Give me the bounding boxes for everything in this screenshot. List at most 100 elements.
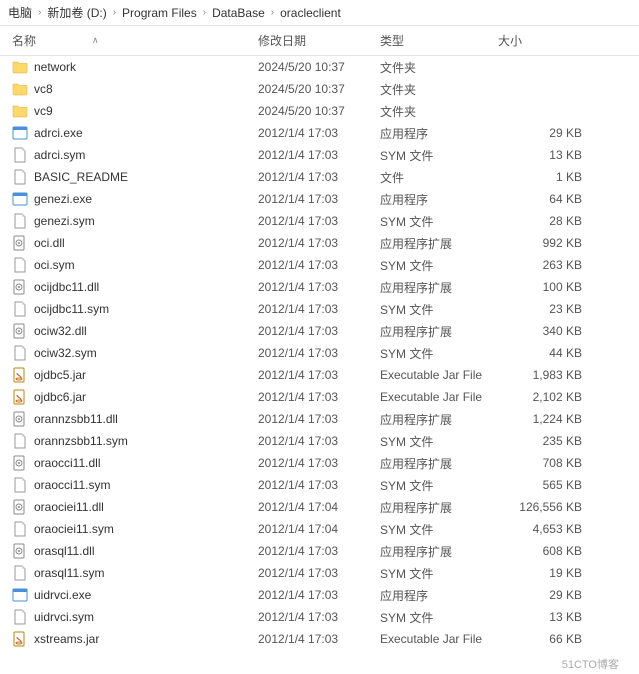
file-row[interactable]: ojdbc5.jar2012/1/4 17:03Executable Jar F… xyxy=(0,364,639,386)
file-row[interactable]: orasql11.dll2012/1/4 17:03应用程序扩展608 KB xyxy=(0,540,639,562)
jar-icon xyxy=(12,631,28,647)
file-row[interactable]: genezi.sym2012/1/4 17:03SYM 文件28 KB xyxy=(0,210,639,232)
file-name: adrci.sym xyxy=(34,148,85,162)
file-date: 2012/1/4 17:03 xyxy=(258,456,380,470)
column-header-date[interactable]: 修改日期 xyxy=(258,32,380,49)
file-row[interactable]: ocijdbc11.sym2012/1/4 17:03SYM 文件23 KB xyxy=(0,298,639,320)
file-size: 1,224 KB xyxy=(498,412,600,426)
file-date: 2012/1/4 17:03 xyxy=(258,280,380,294)
file-size: 235 KB xyxy=(498,434,600,448)
file-name: ocijdbc11.dll xyxy=(34,280,99,294)
file-icon xyxy=(12,477,28,493)
breadcrumb-segment[interactable]: Program Files xyxy=(122,6,197,20)
file-row[interactable]: oci.dll2012/1/4 17:03应用程序扩展992 KB xyxy=(0,232,639,254)
file-date: 2012/1/4 17:03 xyxy=(258,258,380,272)
jar-icon xyxy=(12,367,28,383)
file-row[interactable]: oci.sym2012/1/4 17:03SYM 文件263 KB xyxy=(0,254,639,276)
file-type: SYM 文件 xyxy=(380,433,498,450)
dll-icon xyxy=(12,411,28,427)
breadcrumb[interactable]: 电脑›新加卷 (D:)›Program Files›DataBase›oracl… xyxy=(0,0,639,26)
file-row[interactable]: oraocci11.sym2012/1/4 17:03SYM 文件565 KB xyxy=(0,474,639,496)
file-name: oraocci11.dll xyxy=(34,456,100,470)
file-type: 应用程序扩展 xyxy=(380,323,498,340)
file-name: ojdbc5.jar xyxy=(34,368,86,382)
file-date: 2012/1/4 17:03 xyxy=(258,214,380,228)
sort-ascending-icon: ∧ xyxy=(92,35,99,46)
file-icon xyxy=(12,301,28,317)
breadcrumb-segment[interactable]: 电脑 xyxy=(8,4,32,21)
file-name: oraociei11.dll xyxy=(34,500,104,514)
file-row[interactable]: orasql11.sym2012/1/4 17:03SYM 文件19 KB xyxy=(0,562,639,584)
file-size: 565 KB xyxy=(498,478,600,492)
file-type: 应用程序 xyxy=(380,191,498,208)
dll-icon xyxy=(12,499,28,515)
breadcrumb-segment[interactable]: DataBase xyxy=(212,6,265,20)
file-row[interactable]: orannzsbb11.dll2012/1/4 17:03应用程序扩展1,224… xyxy=(0,408,639,430)
file-name: ociw32.sym xyxy=(34,346,97,360)
file-row[interactable]: ocijdbc11.dll2012/1/4 17:03应用程序扩展100 KB xyxy=(0,276,639,298)
file-row[interactable]: adrci.sym2012/1/4 17:03SYM 文件13 KB xyxy=(0,144,639,166)
file-name: orannzsbb11.dll xyxy=(34,412,118,426)
file-type: 应用程序扩展 xyxy=(380,499,498,516)
breadcrumb-segment[interactable]: oracleclient xyxy=(280,6,341,20)
dll-icon xyxy=(12,323,28,339)
file-row[interactable]: network2024/5/20 10:37文件夹 xyxy=(0,56,639,78)
file-date: 2024/5/20 10:37 xyxy=(258,82,380,96)
dll-icon xyxy=(12,543,28,559)
file-icon xyxy=(12,345,28,361)
file-row[interactable]: orannzsbb11.sym2012/1/4 17:03SYM 文件235 K… xyxy=(0,430,639,452)
file-size: 29 KB xyxy=(498,126,600,140)
file-date: 2012/1/4 17:04 xyxy=(258,500,380,514)
folder-icon xyxy=(12,81,28,97)
column-header-row: 名称 ∧ 修改日期 类型 大小 xyxy=(0,26,639,56)
exe-icon xyxy=(12,587,28,603)
file-name: genezi.exe xyxy=(34,192,92,206)
file-type: SYM 文件 xyxy=(380,147,498,164)
file-row[interactable]: uidrvci.exe2012/1/4 17:03应用程序29 KB xyxy=(0,584,639,606)
exe-icon xyxy=(12,125,28,141)
file-size: 66 KB xyxy=(498,632,600,646)
file-date: 2012/1/4 17:03 xyxy=(258,632,380,646)
column-header-name-label: 名称 xyxy=(12,32,36,49)
file-icon xyxy=(12,257,28,273)
dll-icon xyxy=(12,455,28,471)
file-row[interactable]: uidrvci.sym2012/1/4 17:03SYM 文件13 KB xyxy=(0,606,639,628)
file-row[interactable]: oraociei11.dll2012/1/4 17:04应用程序扩展126,55… xyxy=(0,496,639,518)
file-row[interactable]: xstreams.jar2012/1/4 17:03Executable Jar… xyxy=(0,628,639,650)
file-type: 应用程序扩展 xyxy=(380,279,498,296)
file-type: Executable Jar File xyxy=(380,390,498,404)
file-type: SYM 文件 xyxy=(380,477,498,494)
file-row[interactable]: oraocci11.dll2012/1/4 17:03应用程序扩展708 KB xyxy=(0,452,639,474)
column-header-size[interactable]: 大小 xyxy=(498,32,600,49)
file-name: orannzsbb11.sym xyxy=(34,434,128,448)
column-header-name[interactable]: 名称 ∧ xyxy=(0,32,258,49)
file-size: 608 KB xyxy=(498,544,600,558)
file-date: 2012/1/4 17:03 xyxy=(258,170,380,184)
file-date: 2012/1/4 17:03 xyxy=(258,346,380,360)
file-name: vc8 xyxy=(34,82,53,96)
column-header-type[interactable]: 类型 xyxy=(380,32,498,49)
file-row[interactable]: oraociei11.sym2012/1/4 17:04SYM 文件4,653 … xyxy=(0,518,639,540)
file-row[interactable]: ociw32.sym2012/1/4 17:03SYM 文件44 KB xyxy=(0,342,639,364)
file-date: 2012/1/4 17:03 xyxy=(258,236,380,250)
file-size: 64 KB xyxy=(498,192,600,206)
file-name: BASIC_README xyxy=(34,170,128,184)
file-name: oci.dll xyxy=(34,236,65,250)
file-date: 2012/1/4 17:03 xyxy=(258,566,380,580)
file-row[interactable]: ojdbc6.jar2012/1/4 17:03Executable Jar F… xyxy=(0,386,639,408)
file-type: 应用程序扩展 xyxy=(380,411,498,428)
file-row[interactable]: genezi.exe2012/1/4 17:03应用程序64 KB xyxy=(0,188,639,210)
file-row[interactable]: ociw32.dll2012/1/4 17:03应用程序扩展340 KB xyxy=(0,320,639,342)
file-row[interactable]: BASIC_README2012/1/4 17:03文件1 KB xyxy=(0,166,639,188)
file-type: 应用程序扩展 xyxy=(380,235,498,252)
file-row[interactable]: vc82024/5/20 10:37文件夹 xyxy=(0,78,639,100)
breadcrumb-segment[interactable]: 新加卷 (D:) xyxy=(47,4,106,21)
file-icon xyxy=(12,147,28,163)
file-row[interactable]: vc92024/5/20 10:37文件夹 xyxy=(0,100,639,122)
file-type: 应用程序扩展 xyxy=(380,455,498,472)
file-type: 应用程序扩展 xyxy=(380,543,498,560)
file-date: 2024/5/20 10:37 xyxy=(258,104,380,118)
file-name: adrci.exe xyxy=(34,126,83,140)
file-name: uidrvci.sym xyxy=(34,610,94,624)
file-row[interactable]: adrci.exe2012/1/4 17:03应用程序29 KB xyxy=(0,122,639,144)
